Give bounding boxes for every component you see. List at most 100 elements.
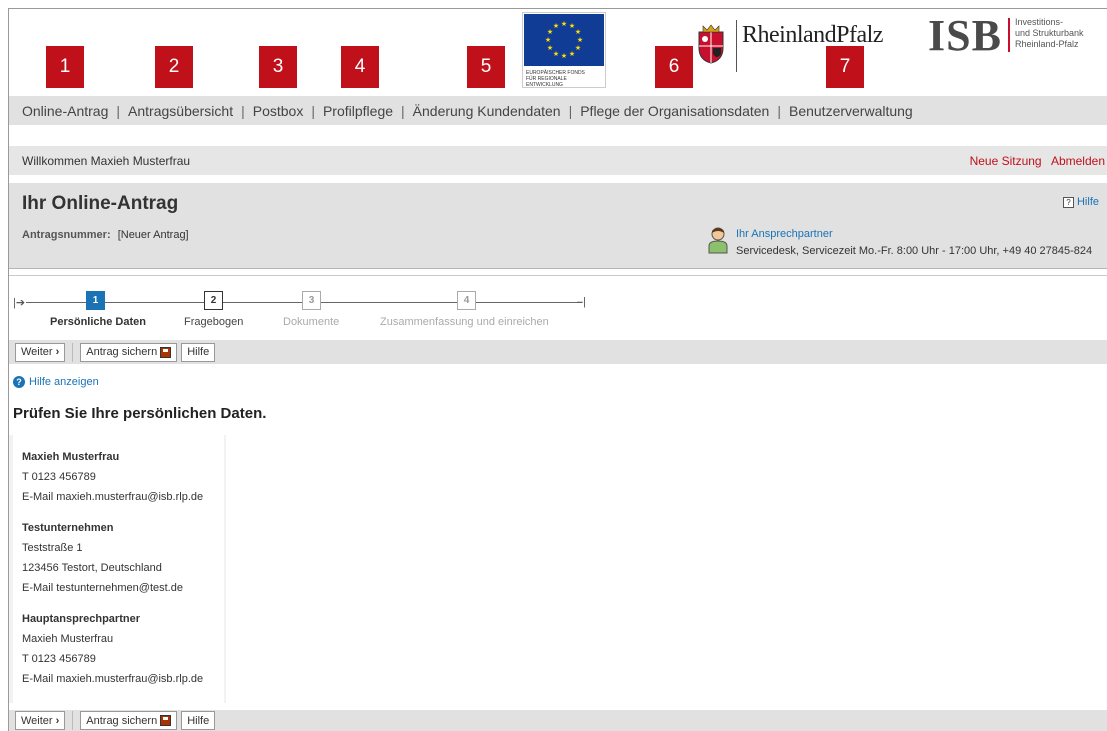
top-toolbar: Weiter › Antrag sichern Hilfe [9,340,1107,364]
save-application-button[interactable]: Antrag sichern [80,342,178,362]
person-block: Maxieh Musterfrau T 0123 456789 E-Mail m… [22,447,224,507]
eu-fund-text: EUROPÄISCHER FONDS FÜR REGIONALE ENTWICK… [526,70,585,88]
bottom-toolbar: Weiter › Antrag sichern Hilfe [9,710,1107,731]
nav-separator: | [116,102,121,119]
eu-fund-logo: ★ ★ ★ ★ ★ ★ ★ ★ ★ ★ ★ ★ EUROPÄISCHER FON… [522,12,606,88]
step-3-label: Dokumente [283,316,340,328]
svg-text:★: ★ [553,22,559,30]
step-4-label: Zusammenfassung und einreichen [380,316,549,328]
step-4-box: 4 [457,291,476,310]
help-button[interactable]: Hilfe [181,342,216,362]
svg-text:★: ★ [547,44,553,52]
chevron-right-icon: › [55,346,60,358]
svg-text:★: ★ [575,28,581,36]
header-help-label: Hilfe [1076,196,1099,208]
welcome-text: Willkommen Maxieh Musterfrau [22,153,191,168]
save-icon [160,346,172,358]
step-1-label[interactable]: Persönliche Daten [50,316,146,328]
step-2-label[interactable]: Fragebogen [184,316,243,328]
callout-badge-7: 7 [826,46,864,88]
svg-text:★: ★ [575,44,581,52]
person-name: Maxieh Musterfrau [22,451,120,463]
next-button-bottom[interactable]: Weiter › [15,711,66,730]
application-number-value: [Neuer Antrag] [117,229,189,241]
toolbar-separator [72,711,74,730]
step-3-box: 3 [302,291,321,310]
save-button-label: Antrag sichern [86,346,158,358]
callout-badge-5: 5 [467,46,505,88]
main-contact-title: Hauptansprechpartner [22,613,140,625]
step-end-icon: –| [577,296,586,308]
show-help-link[interactable]: ? Hilfe anzeigen [13,376,99,388]
callout-badge-1: 1 [46,46,84,88]
nav-pflege-organisationsdaten[interactable]: Pflege der Organisationsdaten [580,103,769,119]
main-contact-name: Maxieh Musterfrau [22,633,114,645]
main-nav: Online-Antrag | Antragsübersicht | Postb… [9,96,1107,125]
isb-wordmark: ISB [928,11,1002,60]
nav-benutzerverwaltung[interactable]: Benutzerverwaltung [789,103,913,119]
nav-postbox[interactable]: Postbox [253,103,304,119]
nav-separator: | [401,102,405,119]
next-button-label: Weiter [21,714,53,727]
main-contact-block: Hauptansprechpartner Maxieh Musterfrau T… [22,609,224,689]
application-number: Antragsnummer: [Neuer Antrag] [22,229,189,241]
application-number-label: Antragsnummer: [22,229,111,241]
main-contact-email: E-Mail maxieh.musterfrau@isb.rlp.de [22,673,204,685]
svg-text:★: ★ [553,50,559,58]
rlp-wordmark: RheinlandPfalz [742,22,883,48]
person-email: E-Mail maxieh.musterfrau@isb.rlp.de [22,491,204,503]
header-help-link[interactable]: ? Hilfe [1062,196,1099,208]
nav-profilpflege[interactable]: Profilpflege [323,103,393,119]
page-title: Ihr Online-Antrag [22,193,179,214]
isb-subtitle: Investitions- und Strukturbank Rheinland… [1015,17,1084,49]
contact-info: Servicedesk, Servicezeit Mo.-Fr. 8:00 Uh… [736,245,1093,257]
callout-badge-2: 2 [155,46,193,88]
nav-separator: | [311,102,315,119]
company-street: Teststraße 1 [22,542,83,554]
company-name: Testunternehmen [22,522,114,534]
rlp-divider [736,20,737,72]
save-icon [160,715,172,726]
nav-separator: | [568,102,573,119]
company-city: 123456 Testort, Deutschland [22,562,162,574]
svg-text:★: ★ [561,52,567,60]
save-application-button-bottom[interactable]: Antrag sichern [80,711,178,730]
section-heading: Prüfen Sie Ihre persönlichen Daten. [13,405,267,422]
callout-badge-3: 3 [259,46,297,88]
nav-aenderung-kundendaten[interactable]: Änderung Kundendaten [413,103,561,119]
new-session-link[interactable]: Neue Sitzung [970,154,1042,168]
card-shadow-right [224,435,226,703]
svg-text:★: ★ [577,36,583,44]
callout-badge-4: 4 [341,46,379,88]
question-icon: ? [13,376,25,388]
step-1-box[interactable]: 1 [86,291,105,310]
contact-person-icon [707,226,729,254]
step-2-box[interactable]: 2 [204,291,223,310]
welcome-bar: Willkommen Maxieh Musterfrau Neue Sitzun… [9,146,1107,175]
next-button-label: Weiter [21,346,53,358]
company-email: E-Mail testunternehmen@test.de [22,582,183,594]
save-button-label: Antrag sichern [86,714,158,727]
personal-data-card: Maxieh Musterfrau T 0123 456789 E-Mail m… [13,435,224,703]
nav-antragsuebersicht[interactable]: Antragsübersicht [128,103,233,119]
next-button[interactable]: Weiter › [15,342,66,362]
svg-text:★: ★ [545,36,551,44]
main-contact-phone: T 0123 456789 [22,653,96,665]
company-block: Testunternehmen Teststraße 1 123456 Test… [22,518,224,598]
contact-person-link[interactable]: Ihr Ansprechpartner [736,228,833,240]
svg-text:★: ★ [569,50,575,58]
step-start-icon: |➔ [13,297,26,309]
isb-divider [1008,18,1010,52]
nav-separator: | [777,102,781,119]
logout-link[interactable]: Abmelden [1051,154,1105,168]
rlp-crest-icon [696,24,726,64]
nav-online-antrag[interactable]: Online-Antrag [22,103,108,119]
toolbar-separator [72,342,74,362]
help-button-bottom[interactable]: Hilfe [181,711,216,730]
callout-badge-6: 6 [655,46,693,88]
nav-separator: | [241,102,245,119]
eu-flag-icon: ★ ★ ★ ★ ★ ★ ★ ★ ★ ★ ★ ★ [524,14,604,66]
section-divider [9,275,1107,276]
help-icon: ? [1062,196,1074,208]
person-phone: T 0123 456789 [22,471,96,483]
